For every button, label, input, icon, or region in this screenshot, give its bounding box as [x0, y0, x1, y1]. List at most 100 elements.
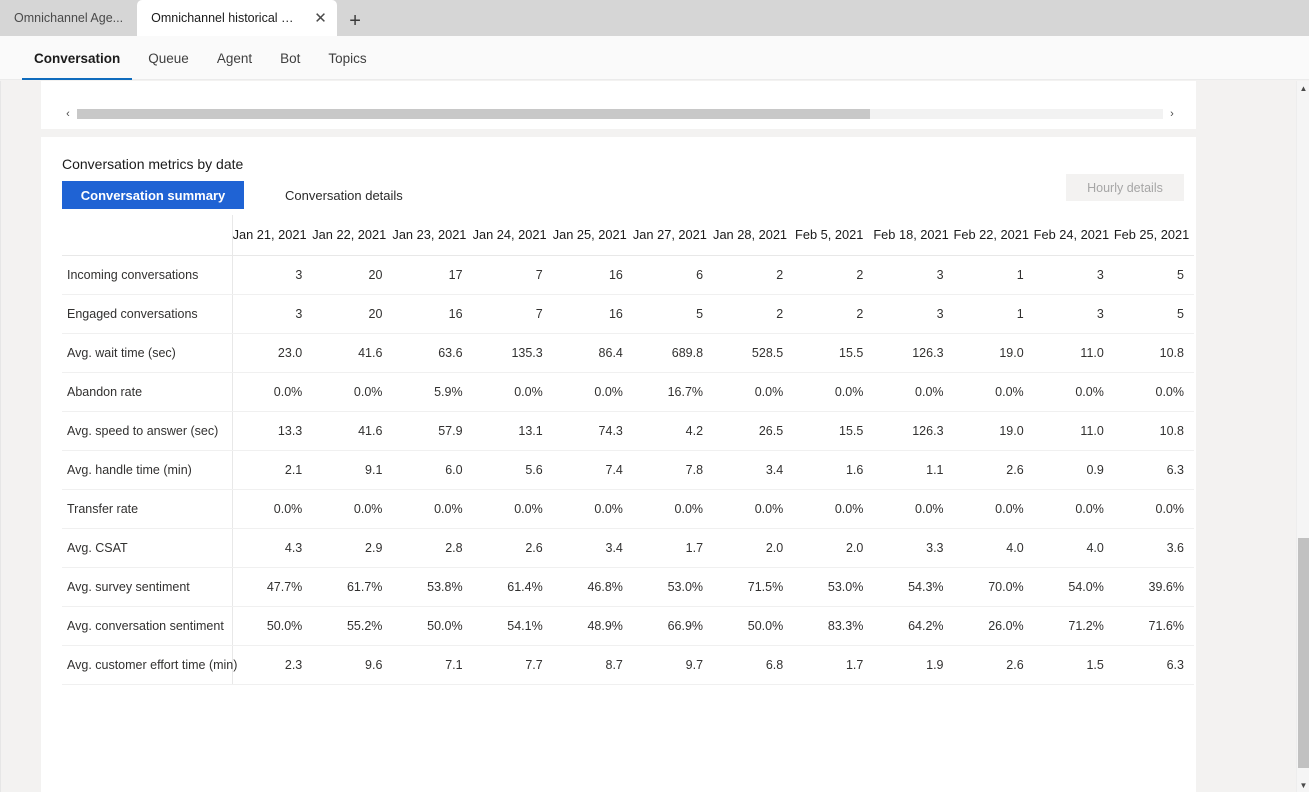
table-cell-value: 54.1%	[472, 606, 553, 646]
table-cell-value: 19.0	[953, 333, 1034, 373]
table-cell-value: 0.0%	[552, 372, 633, 412]
table-cell-value: 23.0	[232, 333, 313, 373]
row-header-metric: Avg. handle time (min)	[62, 450, 233, 490]
row-header-metric: Abandon rate	[62, 372, 233, 412]
subtab-label: Conversation details	[285, 187, 403, 203]
table-cell-value: 50.0%	[232, 606, 313, 646]
table-header-row: Jan 21, 2021 Jan 22, 2021 Jan 23, 2021 Jan …	[62, 215, 1194, 256]
tab-conversation-details[interactable]: Conversation details	[285, 181, 403, 209]
hourly-details-button[interactable]: Hourly details	[1066, 174, 1184, 201]
scrollbar-track[interactable]	[77, 109, 1163, 119]
table-cell-value: 2.6	[953, 645, 1034, 685]
table-cell-value: 0.0%	[793, 489, 874, 529]
table-cell-value: 3.4	[552, 528, 633, 568]
table-cell-value: 5.6	[472, 450, 553, 490]
table-cell-value: 64.2%	[873, 606, 954, 646]
table-cell-value: 1.7	[632, 528, 714, 568]
table-cell-value: 7.4	[552, 450, 633, 490]
table-cell-value: 86.4	[552, 333, 633, 373]
page-title: Conversation metrics by date	[62, 156, 244, 172]
table-cell-value: 20	[312, 255, 393, 295]
column-header-date: Jan 24, 2021	[472, 215, 553, 256]
table-cell-value: 4.3	[232, 528, 313, 568]
table-cell-value: 16	[552, 294, 633, 334]
table-cell-value: 689.8	[632, 333, 714, 373]
table-cell-value: 2.6	[953, 450, 1034, 490]
tab-queue[interactable]: Queue	[134, 36, 203, 80]
row-header-metric: Avg. customer effort time (min)	[62, 645, 237, 685]
scroll-down-icon[interactable]: ▼	[1297, 778, 1309, 792]
upper-chart-card: ‹ ›	[41, 81, 1196, 129]
tab-conversation[interactable]: Conversation	[20, 36, 134, 80]
table-cell-value: 2	[713, 255, 794, 295]
table-cell-value: 54.0%	[1033, 567, 1114, 607]
table-cell-value: 0.0%	[232, 372, 313, 412]
table-corner-header	[62, 215, 233, 256]
table-cell-value: 2.3	[232, 645, 313, 685]
table-row: Avg. handle time (min) 2.1 9.1 6.0 5.6 7.4 7.8…	[62, 450, 1194, 490]
table-cell-value: 16	[392, 294, 473, 334]
tab-topics[interactable]: Topics	[314, 36, 380, 80]
table-cell-value: 26.5	[713, 411, 794, 451]
table-row: Incoming conversations 3 20 17 7 16 6 2 2 3 1 3 5	[62, 255, 1194, 295]
close-icon[interactable]: ✕	[312, 9, 329, 27]
table-cell-value: 6.3	[1113, 645, 1194, 685]
plus-icon[interactable]: +	[337, 6, 373, 36]
table-row: Abandon rate 0.0% 0.0% 5.9% 0.0% 0.0% 16.7% 0.0…	[62, 372, 1194, 412]
tab-bot[interactable]: Bot	[266, 36, 314, 80]
table-cell-value: 2	[713, 294, 794, 334]
upper-horizontal-scrollbar[interactable]: ‹ ›	[59, 106, 1181, 122]
table-cell-value: 0.0%	[873, 489, 954, 529]
table-cell-value: 66.9%	[632, 606, 714, 646]
table-row: Avg. speed to answer (sec) 13.3 41.6 57.9 13…	[62, 411, 1194, 451]
table-cell-value: 0.0%	[1113, 489, 1194, 529]
scroll-right-icon[interactable]: ›	[1163, 106, 1181, 122]
table-cell-value: 0.0%	[312, 372, 393, 412]
table-cell-value: 4.0	[1033, 528, 1114, 568]
table-cell-value: 2	[793, 255, 874, 295]
column-header-date: Jan 27, 2021	[632, 215, 714, 256]
table-cell-value: 5	[1113, 255, 1194, 295]
table-cell-value: 15.5	[793, 333, 874, 373]
table-cell-value: 0.0%	[873, 372, 954, 412]
row-header-metric: Avg. CSAT	[62, 528, 233, 568]
table-cell-value: 0.0%	[1033, 372, 1114, 412]
table-cell-value: 47.7%	[232, 567, 313, 607]
metrics-table-scroll-region[interactable]: Jan 21, 2021 Jan 22, 2021 Jan 23, 2021 Jan …	[62, 215, 1194, 745]
table-cell-value: 3.6	[1113, 528, 1194, 568]
table-cell-value: 4.2	[632, 411, 714, 451]
browser-tab-inactive[interactable]: Omnichannel Age...	[0, 0, 138, 36]
scrollbar-thumb[interactable]	[77, 109, 870, 119]
card-subtab-list: Conversation summary Conversation detail…	[62, 181, 403, 209]
table-cell-value: 2.0	[793, 528, 874, 568]
tab-agent[interactable]: Agent	[203, 36, 266, 80]
table-cell-value: 135.3	[472, 333, 553, 373]
browser-tab-active[interactable]: Omnichannel historical an... ✕	[137, 0, 338, 36]
table-cell-value: 9.7	[632, 645, 714, 685]
table-cell-value: 53.8%	[392, 567, 473, 607]
scrollbar-thumb[interactable]	[1298, 538, 1309, 768]
browser-tab-label: Omnichannel historical an...	[151, 11, 298, 25]
table-cell-value: 13.3	[232, 411, 313, 451]
tab-conversation-summary[interactable]: Conversation summary	[62, 181, 244, 209]
scroll-left-icon[interactable]: ‹	[59, 106, 77, 122]
table-cell-value: 3.3	[873, 528, 954, 568]
table-cell-value: 0.0%	[472, 372, 553, 412]
table-cell-value: 2.0	[713, 528, 794, 568]
table-cell-value: 4.0	[953, 528, 1034, 568]
table-cell-value: 1.9	[873, 645, 954, 685]
page-vertical-scrollbar[interactable]: ▲ ▼	[1296, 81, 1309, 792]
table-cell-value: 5	[632, 294, 714, 334]
table-cell-value: 15.5	[793, 411, 874, 451]
table-cell-value: 0.0%	[232, 489, 313, 529]
table-cell-value: 6	[632, 255, 714, 295]
table-cell-value: 61.4%	[472, 567, 553, 607]
table-cell-value: 7.7	[472, 645, 553, 685]
table-cell-value: 16	[552, 255, 633, 295]
table-cell-value: 0.0%	[552, 489, 633, 529]
row-header-metric: Transfer rate	[62, 489, 233, 529]
table-cell-value: 0.0%	[793, 372, 874, 412]
column-header-date: Jan 28, 2021	[713, 215, 794, 256]
table-cell-value: 19.0	[953, 411, 1034, 451]
scroll-up-icon[interactable]: ▲	[1297, 81, 1309, 95]
